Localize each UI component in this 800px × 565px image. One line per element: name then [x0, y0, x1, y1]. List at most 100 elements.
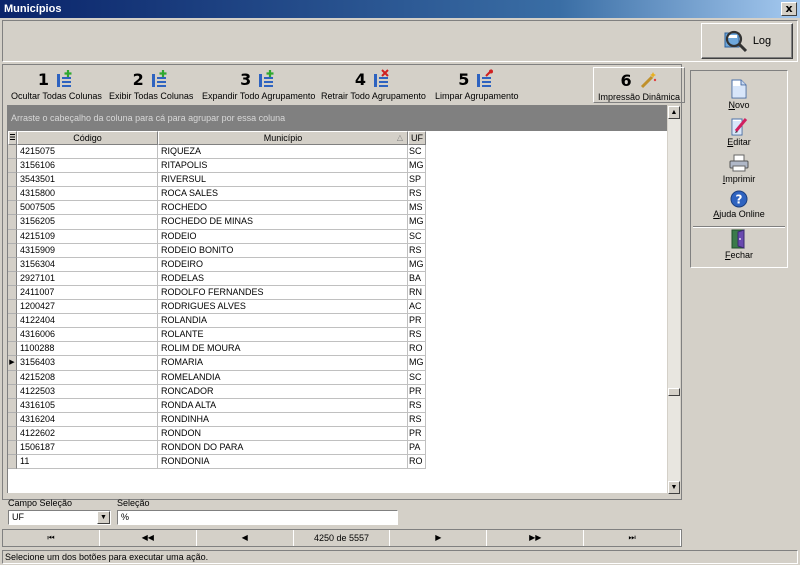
cell-uf[interactable]: BA — [408, 271, 426, 286]
campo-selecao-dropdown[interactable]: UF ▼ — [8, 510, 111, 525]
collapse-all-groups-button[interactable]: 4 Retrair Todo Agrupamento — [321, 67, 426, 103]
group-by-area[interactable]: Arraste o cabeçalho da coluna para cá pa… — [7, 105, 667, 131]
cell-municipio[interactable]: RIQUEZA — [158, 145, 408, 160]
cell-uf[interactable]: SC — [408, 370, 426, 385]
cell-municipio[interactable]: RONDA ALTA — [158, 398, 408, 413]
row-indicator[interactable] — [8, 215, 17, 230]
cell-codigo[interactable]: 5007505 — [17, 201, 158, 216]
cell-uf[interactable]: RS — [408, 187, 426, 202]
cell-codigo[interactable]: 2927101 — [17, 271, 158, 286]
table-row[interactable]: 4122404 ROLANDIA PR — [8, 314, 426, 329]
cell-codigo[interactable]: 4315909 — [17, 243, 158, 258]
cell-municipio[interactable]: RONCADOR — [158, 384, 408, 399]
cell-municipio[interactable]: RIVERSUL — [158, 173, 408, 188]
previous-page-button[interactable]: ◀◀ — [100, 530, 197, 546]
cell-codigo[interactable]: 4215109 — [17, 229, 158, 244]
cell-municipio[interactable]: ROMELANDIA — [158, 370, 408, 385]
table-row[interactable]: 4315800 ROCA SALES RS — [8, 187, 426, 202]
row-indicator[interactable] — [8, 243, 17, 258]
table-row[interactable]: ▶ 3156403 ROMARIA MG — [8, 356, 426, 371]
cell-municipio[interactable]: ROLANDIA — [158, 314, 408, 329]
hide-all-columns-button[interactable]: 1 Ocultar Todas Colunas — [11, 67, 102, 103]
table-row[interactable]: 1100288 ROLIM DE MOURA RO — [8, 342, 426, 357]
clear-grouping-button[interactable]: 5 Limpar Agrupamento — [435, 67, 519, 103]
cell-codigo[interactable]: 1506187 — [17, 440, 158, 456]
cell-uf[interactable]: RS — [408, 412, 426, 427]
row-indicator[interactable] — [8, 285, 17, 301]
cell-uf[interactable]: SP — [408, 173, 426, 188]
cell-municipio[interactable]: RODRIGUES ALVES — [158, 300, 408, 315]
cell-uf[interactable]: MG — [408, 257, 426, 272]
scroll-down-button[interactable]: ▼ — [668, 481, 680, 494]
table-row[interactable]: 4215109 RODEIO SC — [8, 229, 426, 244]
cell-uf[interactable]: RS — [408, 398, 426, 413]
table-row[interactable]: 4122503 RONCADOR PR — [8, 384, 426, 399]
first-record-button[interactable]: ⏮ — [3, 530, 100, 546]
close-form-button[interactable]: Fechar — [691, 229, 787, 260]
row-indicator[interactable] — [8, 440, 17, 456]
row-indicator[interactable]: ▶ — [8, 356, 17, 371]
cell-codigo[interactable]: 11 — [17, 455, 158, 470]
cell-codigo[interactable]: 4122503 — [17, 384, 158, 399]
table-row[interactable]: 3156205 ROCHEDO DE MINAS MG — [8, 215, 426, 230]
cell-uf[interactable]: PR — [408, 384, 426, 399]
row-indicator[interactable] — [8, 300, 17, 315]
row-indicator[interactable] — [8, 173, 17, 188]
table-row[interactable]: 4316006 ROLANTE RS — [8, 328, 426, 343]
table-row[interactable]: 4315909 RODEIO BONITO RS — [8, 243, 426, 258]
cell-uf[interactable]: PA — [408, 440, 426, 456]
cell-municipio[interactable]: RODEIRO — [158, 257, 408, 272]
cell-codigo[interactable]: 4315800 — [17, 187, 158, 202]
row-indicator[interactable] — [8, 201, 17, 216]
cell-codigo[interactable]: 3156205 — [17, 215, 158, 230]
cell-municipio[interactable]: ROMARIA — [158, 356, 408, 371]
row-indicator[interactable] — [8, 314, 17, 329]
online-help-button[interactable]: ? Ajuda Online — [691, 190, 787, 219]
close-button[interactable]: x — [781, 2, 797, 16]
row-indicator[interactable] — [8, 271, 17, 286]
cell-codigo[interactable]: 3156304 — [17, 257, 158, 272]
cell-codigo[interactable]: 3543501 — [17, 173, 158, 188]
cell-municipio[interactable]: RODELAS — [158, 271, 408, 286]
cell-municipio[interactable]: RONDON DO PARA — [158, 440, 408, 456]
row-indicator[interactable] — [8, 159, 17, 174]
table-row[interactable]: 4215075 RIQUEZA SC — [8, 145, 426, 160]
previous-record-button[interactable]: ◀ — [197, 530, 294, 546]
print-button[interactable]: Imprimir — [691, 153, 787, 184]
row-indicator[interactable] — [8, 412, 17, 427]
new-button[interactable]: Novo — [691, 79, 787, 110]
cell-uf[interactable]: MG — [408, 356, 426, 371]
scroll-up-button[interactable]: ▲ — [668, 106, 680, 119]
row-indicator[interactable] — [8, 187, 17, 202]
cell-municipio[interactable]: ROCA SALES — [158, 187, 408, 202]
cell-municipio[interactable]: ROCHEDO DE MINAS — [158, 215, 408, 230]
cell-municipio[interactable]: RONDONIA — [158, 455, 408, 470]
cell-uf[interactable]: RO — [408, 455, 426, 470]
cell-codigo[interactable]: 4215208 — [17, 370, 158, 385]
cell-uf[interactable]: SC — [408, 229, 426, 244]
row-indicator[interactable] — [8, 257, 17, 272]
chevron-down-icon[interactable]: ▼ — [97, 511, 110, 524]
scroll-thumb[interactable] — [668, 388, 680, 396]
cell-uf[interactable]: RS — [408, 328, 426, 343]
table-row[interactable]: 11 RONDONIA RO — [8, 455, 426, 470]
column-header-codigo[interactable]: Código — [17, 131, 158, 145]
cell-municipio[interactable]: ROLANTE — [158, 328, 408, 343]
row-indicator[interactable] — [8, 342, 17, 357]
table-row[interactable]: 2411007 RODOLFO FERNANDES RN — [8, 285, 426, 301]
cell-municipio[interactable]: RITAPOLIS — [158, 159, 408, 174]
edit-button[interactable]: Editar — [691, 116, 787, 147]
cell-uf[interactable]: AC — [408, 300, 426, 315]
cell-uf[interactable]: MS — [408, 201, 426, 216]
table-row[interactable]: 1506187 RONDON DO PARA PA — [8, 440, 426, 456]
column-menu-icon[interactable] — [8, 131, 17, 145]
row-indicator[interactable] — [8, 328, 17, 343]
cell-municipio[interactable]: ROCHEDO — [158, 201, 408, 216]
table-row[interactable]: 1200427 RODRIGUES ALVES AC — [8, 300, 426, 315]
cell-uf[interactable]: RN — [408, 285, 426, 301]
cell-codigo[interactable]: 4316105 — [17, 398, 158, 413]
row-indicator[interactable] — [8, 384, 17, 399]
cell-uf[interactable]: RS — [408, 243, 426, 258]
cell-uf[interactable]: RO — [408, 342, 426, 357]
row-indicator[interactable] — [8, 229, 17, 244]
